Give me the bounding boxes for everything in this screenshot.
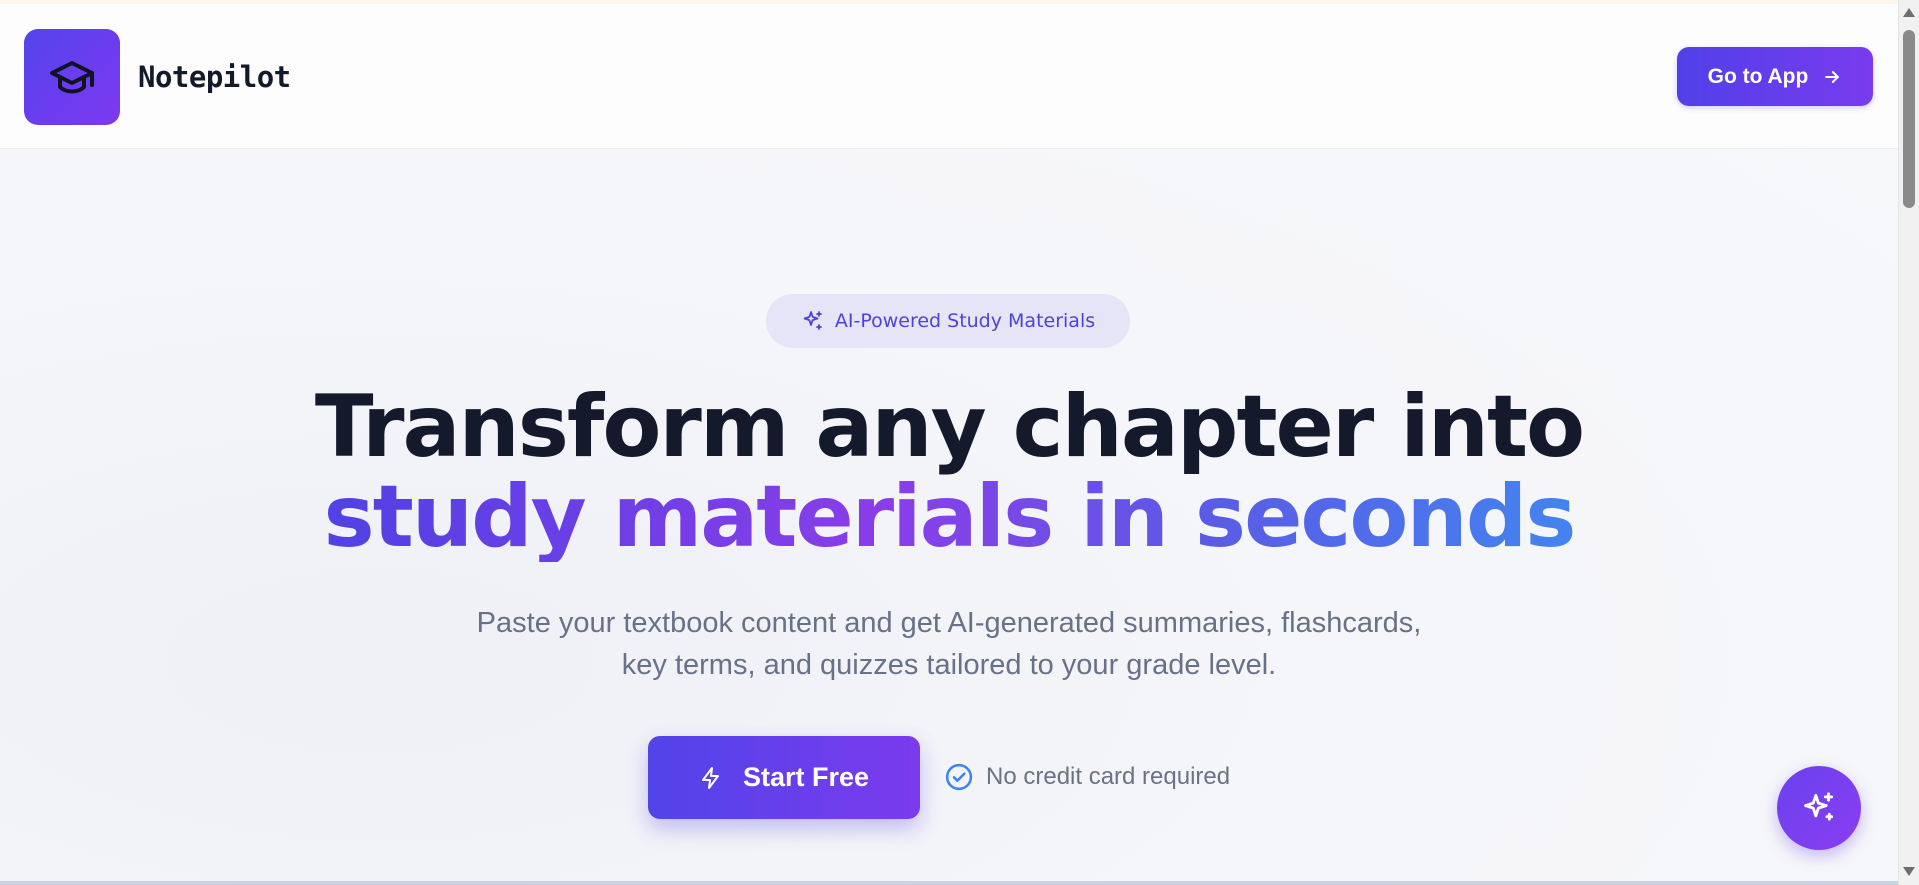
start-free-label: Start Free (742, 762, 870, 792)
scroll-up-arrow-icon[interactable] (1903, 8, 1915, 17)
check-circle-icon (945, 763, 973, 791)
browser-viewport: Notepilot Go to App AI-Powered Study Mat… (0, 0, 1919, 885)
sparkles-icon (803, 311, 822, 330)
site-header: Notepilot Go to App (0, 4, 1898, 149)
graduation-cap-icon (50, 61, 94, 94)
ai-assistant-fab[interactable] (1777, 766, 1861, 850)
arrow-right-icon (1825, 70, 1840, 83)
no-credit-card-note: No credit card required (944, 760, 1230, 794)
sparkles-icon (1804, 792, 1834, 821)
no-credit-card-text: No credit card required (986, 763, 1231, 790)
vertical-scrollbar[interactable] (1898, 0, 1919, 885)
ai-badge: AI-Powered Study Materials (766, 294, 1130, 348)
logo[interactable] (24, 29, 120, 125)
bottom-edge (0, 881, 1898, 885)
hero-subtitle: Paste your textbook content and get AI-g… (476, 607, 1422, 681)
scrollbar-thumb[interactable] (1903, 30, 1915, 208)
hero-headline: Transform any chapter into study materia… (0, 382, 1898, 562)
go-to-app-button[interactable]: Go to App (1677, 47, 1873, 106)
go-to-app-label: Go to App (1707, 64, 1809, 88)
headline-line-2-gradient: study materials in seconds (323, 467, 1577, 567)
landing-page: Notepilot Go to App AI-Powered Study Mat… (0, 4, 1898, 881)
lightning-icon (701, 766, 719, 789)
scroll-down-arrow-icon[interactable] (1903, 867, 1915, 876)
start-free-button[interactable]: Start Free (648, 736, 920, 819)
badge-text: AI-Powered Study Materials (834, 310, 1096, 332)
headline-line-1: Transform any chapter into (314, 377, 1585, 477)
brand-name[interactable]: Notepilot (138, 60, 291, 94)
